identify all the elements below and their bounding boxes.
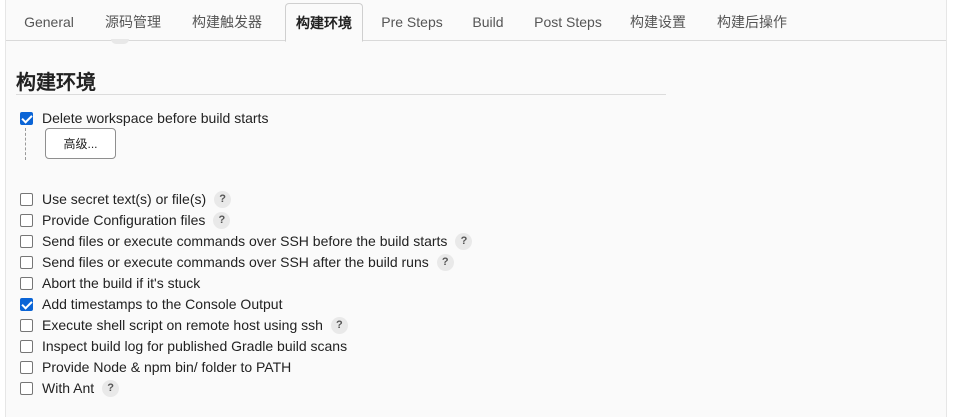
option-ssh-before-build: Send files or execute commands over SSH … xyxy=(20,231,473,251)
option-label: Send files or execute commands over SSH … xyxy=(42,233,448,249)
scroll-indicator xyxy=(111,39,129,44)
tab-post-steps[interactable]: Post Steps xyxy=(528,3,608,41)
question-mark-icon[interactable]: ? xyxy=(213,211,231,229)
option-label: Execute shell script on remote host usin… xyxy=(42,317,323,333)
option-label: Use secret text(s) or file(s) xyxy=(42,191,207,207)
advanced-guide-line xyxy=(25,128,26,160)
option-label: Provide Configuration files xyxy=(42,212,206,228)
advanced-button[interactable]: 高级... xyxy=(45,128,116,159)
checkbox-icon[interactable] xyxy=(20,213,33,227)
section-title: 构建环境 xyxy=(16,72,96,94)
config-page: General 源码管理 构建触发器 构建环境 Pre Steps Build … xyxy=(5,0,947,417)
tab-source-control[interactable]: 源码管理 xyxy=(98,3,168,41)
option-abort-stuck: Abort the build if it's stuck xyxy=(20,273,200,293)
question-mark-icon[interactable]: ? xyxy=(455,232,473,250)
section-divider xyxy=(16,94,666,95)
option-with-ant: With Ant ? xyxy=(20,378,120,398)
option-label: With Ant xyxy=(42,380,95,396)
tab-build-environment[interactable]: 构建环境 xyxy=(285,3,363,42)
checkbox-icon[interactable] xyxy=(20,381,33,395)
option-delete-workspace: Delete workspace before build starts xyxy=(20,108,268,128)
option-label: Send files or execute commands over SSH … xyxy=(42,254,429,270)
tab-general[interactable]: General xyxy=(14,3,84,41)
question-mark-icon[interactable]: ? xyxy=(330,316,348,334)
checkbox-icon[interactable] xyxy=(20,111,33,125)
option-secret-files: Use secret text(s) or file(s) ? xyxy=(20,189,232,209)
tab-build[interactable]: Build xyxy=(464,3,512,41)
checkbox-icon[interactable] xyxy=(20,192,33,206)
checkbox-icon[interactable] xyxy=(20,360,33,374)
option-label: Add timestamps to the Console Output xyxy=(42,296,283,312)
checkbox-icon[interactable] xyxy=(20,234,33,248)
checkbox-icon[interactable] xyxy=(20,318,33,332)
tab-bar: General 源码管理 构建触发器 构建环境 Pre Steps Build … xyxy=(6,0,946,42)
question-mark-icon[interactable]: ? xyxy=(436,253,454,271)
option-ssh-after-build: Send files or execute commands over SSH … xyxy=(20,252,454,272)
option-node-npm-path: Provide Node & npm bin/ folder to PATH xyxy=(20,357,291,377)
option-label: Inspect build log for published Gradle b… xyxy=(42,338,348,354)
checkbox-icon[interactable] xyxy=(20,297,33,311)
checkbox-icon[interactable] xyxy=(20,255,33,269)
option-label: Delete workspace before build starts xyxy=(42,110,269,126)
option-label: Abort the build if it's stuck xyxy=(42,275,201,291)
question-mark-icon[interactable]: ? xyxy=(102,379,120,397)
question-mark-icon[interactable]: ? xyxy=(214,190,232,208)
option-add-timestamps: Add timestamps to the Console Output xyxy=(20,294,282,314)
option-remote-shell: Execute shell script on remote host usin… xyxy=(20,315,348,335)
tab-build-triggers[interactable]: 构建触发器 xyxy=(185,3,269,41)
checkbox-icon[interactable] xyxy=(20,339,33,353)
checkbox-icon[interactable] xyxy=(20,276,33,290)
option-label: Provide Node & npm bin/ folder to PATH xyxy=(42,359,292,375)
tab-post-build-actions[interactable]: 构建后操作 xyxy=(710,3,794,41)
option-config-files: Provide Configuration files ? xyxy=(20,210,231,230)
tab-build-settings[interactable]: 构建设置 xyxy=(623,3,693,41)
tab-pre-steps[interactable]: Pre Steps xyxy=(377,3,447,41)
option-gradle-scans: Inspect build log for published Gradle b… xyxy=(20,336,347,356)
